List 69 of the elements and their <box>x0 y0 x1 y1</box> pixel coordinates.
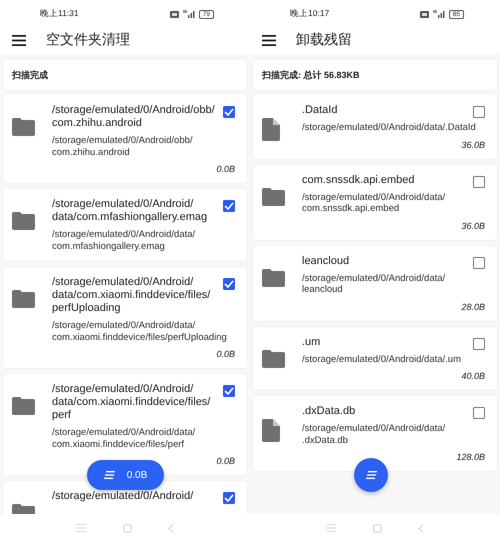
checkbox[interactable] <box>473 407 485 419</box>
item-name: .um <box>302 336 322 348</box>
item-name: leancloud <box>302 254 350 268</box>
menu-icon[interactable] <box>262 34 276 46</box>
item-size: 0.0B <box>216 164 235 174</box>
item-path: /storage/emulated/0/Android/data/leancloud <box>302 272 446 296</box>
item-name: /storage/emulated/0/Android/data/com.xiaomi.finddevice/files/perf <box>52 383 212 422</box>
item-path: /storage/emulated/0/Android/data/com.snssdk.api.embed <box>302 192 446 214</box>
item-name: /storage/emulated/0/Android/data/com.xiaomi.finddevice/files/perfUploading <box>52 276 212 315</box>
folder-card[interactable]: /storage/emulated/0/Android/ <box>3 481 247 514</box>
item-path: /storage/emulated/0/Android/data/.DataId <box>302 122 477 134</box>
signal-icon <box>182 10 195 18</box>
item-size: 28.0B <box>461 302 485 312</box>
item-name: com.snssdk.api.embed <box>302 174 416 186</box>
item-size: 36.0B <box>461 220 485 230</box>
checkbox[interactable] <box>223 106 235 118</box>
item-size: 40.0B <box>461 371 485 381</box>
sim-icon <box>170 10 179 18</box>
scan-status: 扫描完成: 总计 56.83KB <box>262 68 360 82</box>
item-size: 128.0B <box>456 452 485 462</box>
item-path: /storage/emulated/0/Android/data/.um <box>302 354 462 365</box>
item-path: /storage/emulated/0/Android/data/.dxData.db <box>302 423 446 446</box>
folder-card[interactable]: .dxData.db /storage/emulated/0/Android/data/.dxData.db 128.0B <box>253 396 497 471</box>
checkbox[interactable] <box>473 106 485 118</box>
checkbox[interactable] <box>223 200 235 212</box>
folder-card[interactable]: /storage/emulated/0/Android/data/com.xiaomi.finddevice/files/perfUploading /storage/emulated/0/Android/data/com.xiaomi.finddevice/files/perfUploading 0.0B <box>3 267 247 368</box>
clean-button[interactable]: 0.0B <box>87 460 164 490</box>
checkbox[interactable] <box>223 492 235 504</box>
menu-icon[interactable] <box>12 34 26 46</box>
clean-button[interactable] <box>354 458 388 492</box>
screen-title: 卸载残留 <box>296 31 352 49</box>
scan-status: 扫描完成 <box>12 68 48 82</box>
item-name: .dxData.db <box>302 405 356 418</box>
screen-title: 空文件夹清理 <box>46 31 130 49</box>
item-name: .DataId <box>302 104 338 117</box>
checkbox[interactable] <box>473 338 485 350</box>
folder-icon <box>262 350 285 368</box>
folder-icon <box>262 188 285 206</box>
folder-icon <box>262 268 285 286</box>
checkbox[interactable] <box>223 385 235 397</box>
folder-icon <box>12 290 35 308</box>
folder-card[interactable]: leancloud /storage/emulated/0/Android/data/leancloud 28.0B <box>253 246 497 320</box>
status-time: 晚上11:31 <box>40 8 79 20</box>
folder-card[interactable]: com.snssdk.api.embed /storage/emulated/0/Android/data/com.snssdk.api.embed 36.0B <box>253 164 497 240</box>
folder-icon <box>12 212 35 230</box>
item-path: /storage/emulated/0/Android/data/com.mfashiongallery.emag <box>52 229 196 252</box>
item-name: /storage/emulated/0/Android/obb/com.zhihu.android <box>52 104 215 130</box>
folder-card[interactable]: /storage/emulated/0/Android/data/com.mfashiongallery.emag /storage/emulated/0/Android/data/com.mfashiongallery.emag <box>3 189 247 261</box>
checkbox[interactable] <box>473 256 485 268</box>
item-size: 36.0B <box>461 140 485 150</box>
folder-card[interactable]: /storage/emulated/0/Android/obb/com.zhihu.android /storage/emulated/0/Android/obb/com.zhihu.android 0.0B <box>3 95 247 183</box>
sim-icon <box>420 10 429 18</box>
item-size: 0.0B <box>216 456 235 466</box>
item-name: /storage/emulated/0/Android/data/com.mfashiongallery.emag <box>52 198 208 224</box>
file-icon <box>262 419 280 442</box>
folder-icon <box>12 118 35 136</box>
folder-card[interactable]: .DataId /storage/emulated/0/Android/data/.DataId 36.0B <box>253 95 497 158</box>
item-path: /storage/emulated/0/Android/data/com.xiaomi.finddevice/files/perf <box>52 427 196 450</box>
checkbox[interactable] <box>473 176 485 188</box>
status-time: 晚上10:17 <box>290 8 330 20</box>
item-name: /storage/emulated/0/Android/ <box>52 490 194 503</box>
checkbox[interactable] <box>223 278 235 290</box>
signal-icon <box>432 10 445 18</box>
folder-card[interactable]: .um /storage/emulated/0/Android/data/.um 40.0B <box>253 326 497 390</box>
item-path: /storage/emulated/0/Android/data/com.xiaomi.finddevice/files/perfUploading <box>52 320 228 343</box>
item-size: 0.0B <box>216 349 235 359</box>
folder-icon <box>12 397 35 415</box>
item-path: /storage/emulated/0/Android/obb/com.zhihu.android <box>52 135 194 158</box>
file-icon <box>262 118 280 141</box>
